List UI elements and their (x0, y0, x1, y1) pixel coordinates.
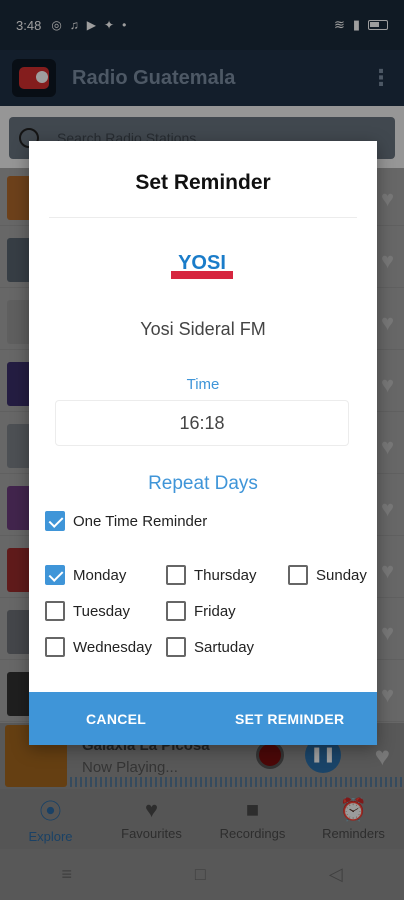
day-checkbox-monday[interactable]: Monday (45, 565, 126, 585)
time-label: Time (186, 376, 220, 393)
checkbox-icon[interactable] (166, 565, 186, 585)
checkbox-checked-icon[interactable] (45, 565, 65, 585)
checkbox-icon[interactable] (45, 601, 65, 621)
repeat-days-title: Repeat Days (148, 473, 258, 494)
checkbox-icon[interactable] (166, 601, 186, 621)
checkbox-label: Monday (73, 566, 127, 584)
day-checkbox-saturday[interactable]: Sartuday (166, 637, 254, 657)
station-name: Yosi Sideral FM (140, 319, 266, 339)
dialog-actions: CANCEL SET REMINDER (29, 692, 377, 745)
checkbox-label: Wednesday (73, 638, 152, 656)
set-reminder-dialog: Set Reminder YOSI Yosi Sideral FM Time 1… (29, 141, 377, 745)
checkbox-icon[interactable] (166, 637, 186, 657)
dialog-title: Set Reminder (135, 171, 271, 194)
day-checkbox-tuesday[interactable]: Tuesday (45, 601, 130, 621)
divider (49, 217, 357, 218)
day-checkbox-friday[interactable]: Friday (166, 601, 236, 621)
cancel-button[interactable]: CANCEL (86, 711, 146, 727)
day-checkbox-sunday[interactable]: Sunday (288, 565, 367, 585)
checkbox-checked-icon[interactable] (45, 511, 65, 531)
checkbox-label: One Time Reminder (73, 512, 208, 530)
checkbox-label: Thursday (194, 566, 257, 584)
one-time-reminder-checkbox[interactable]: One Time Reminder (45, 511, 207, 531)
checkbox-label: Sunday (316, 566, 367, 584)
time-picker-field[interactable]: 16:18 (55, 400, 349, 446)
station-logo-text: YOSI (178, 252, 226, 274)
day-checkbox-thursday[interactable]: Thursday (166, 565, 257, 585)
set-reminder-button[interactable]: SET REMINDER (235, 711, 344, 727)
checkbox-icon[interactable] (288, 565, 308, 585)
checkbox-label: Sartuday (194, 638, 255, 656)
checkbox-label: Tuesday (73, 602, 130, 620)
station-logo: YOSI (171, 252, 233, 279)
day-checkbox-wednesday[interactable]: Wednesday (45, 637, 152, 657)
checkbox-label: Friday (194, 602, 236, 620)
checkbox-icon[interactable] (45, 637, 65, 657)
